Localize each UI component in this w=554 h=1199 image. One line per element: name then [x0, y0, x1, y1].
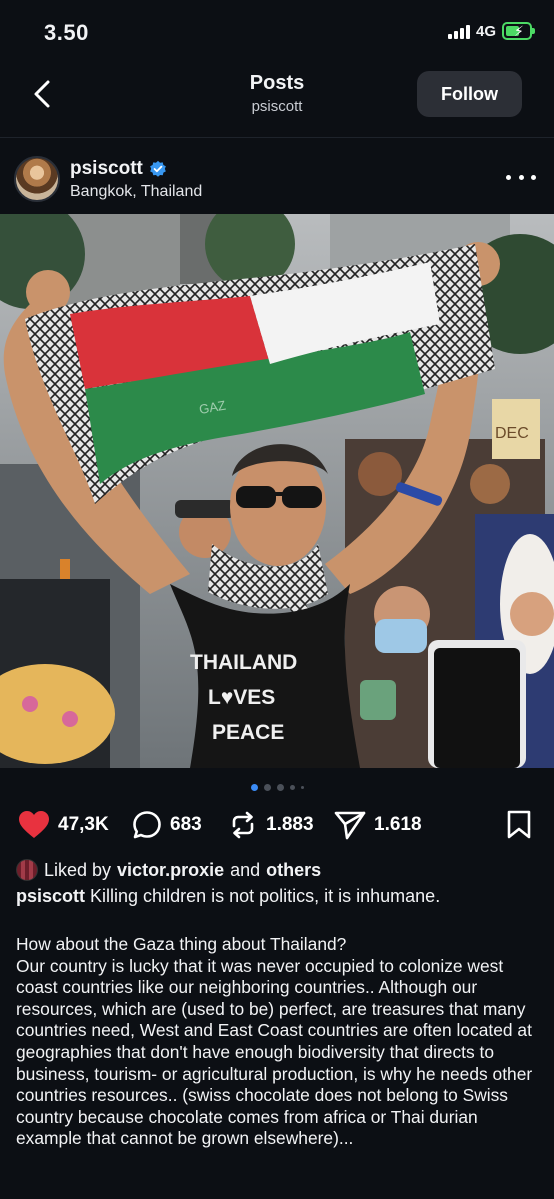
follow-button[interactable]: Follow [417, 71, 522, 117]
liked-by-others[interactable]: others [266, 860, 321, 881]
status-time: 3.50 [44, 20, 89, 45]
caption-author[interactable]: psiscott [16, 886, 85, 906]
post-username[interactable]: psiscott [70, 158, 143, 180]
carousel-dot [300, 786, 304, 789]
liked-by-prefix: Liked by [44, 859, 112, 880]
save-button[interactable] [506, 806, 532, 844]
status-indicators: 4G ⚡ [447, 22, 535, 40]
post-actions-bar: 47,3K 683 1.883 1.618 [0, 806, 554, 846]
post-header: psiscott Bangkok, Thailand [0, 148, 554, 210]
carousel-dot [276, 784, 284, 791]
post-photo[interactable]: DEC GAZ THAILAND L♥VES PEACE [0, 214, 554, 768]
battery-icon: ⚡ [502, 22, 535, 40]
caption-text: Killing children is not politics, it is … [90, 886, 441, 906]
share-count: 1.618 [374, 814, 422, 835]
comment-bubble-icon [133, 811, 161, 839]
liked-by-row[interactable]: Liked by victor.proxie and others [16, 858, 540, 882]
carousel-indicator [0, 784, 554, 791]
top-nav-bar: Posts psiscott Follow [0, 64, 554, 138]
status-bar: 3.50 4G ⚡ [0, 0, 554, 64]
liked-by-user[interactable]: victor.proxie [117, 860, 224, 881]
more-options-button[interactable] [506, 164, 536, 190]
repost-count: 1.883 [266, 814, 314, 835]
shirt-line-2: L♥VES [208, 686, 275, 709]
caption-body: How about the Gaza thing about Thailand?… [16, 934, 533, 1149]
bookmark-icon [507, 810, 531, 839]
like-count: 47,3K [58, 814, 109, 835]
caption-first-line: psiscott Killing children is not politic… [16, 885, 540, 907]
post-author[interactable]: psiscott [70, 158, 167, 180]
repost-button[interactable]: 1.883 [228, 806, 314, 844]
like-button[interactable]: 47,3K [18, 806, 109, 844]
more-dot-icon [506, 174, 511, 180]
liked-by-and: and [230, 859, 261, 880]
avatar[interactable] [14, 156, 60, 202]
network-type: 4G [475, 22, 496, 40]
shirt-line-1: THAILAND [190, 651, 297, 674]
verified-badge-icon [150, 160, 166, 177]
cellular-signal-icon [447, 23, 470, 39]
share-button[interactable]: 1.618 [334, 806, 422, 844]
comment-count: 683 [170, 814, 202, 835]
carousel-dot [250, 784, 258, 791]
heart-icon [19, 811, 49, 838]
carousel-dot [263, 784, 271, 791]
comment-button[interactable]: 683 [132, 806, 202, 844]
carousel-dot [289, 785, 295, 790]
more-dot-icon [531, 174, 536, 180]
shirt-line-3: PEACE [212, 721, 284, 744]
send-icon [334, 811, 366, 840]
repost-icon [232, 811, 254, 839]
more-dot-icon [518, 174, 524, 180]
sign-text: DEC [495, 425, 529, 442]
post-location[interactable]: Bangkok, Thailand [70, 183, 202, 201]
protest-photo-illustration: DEC GAZ THAILAND L♥VES PEACE [0, 214, 554, 768]
liked-by-avatar [16, 859, 38, 881]
